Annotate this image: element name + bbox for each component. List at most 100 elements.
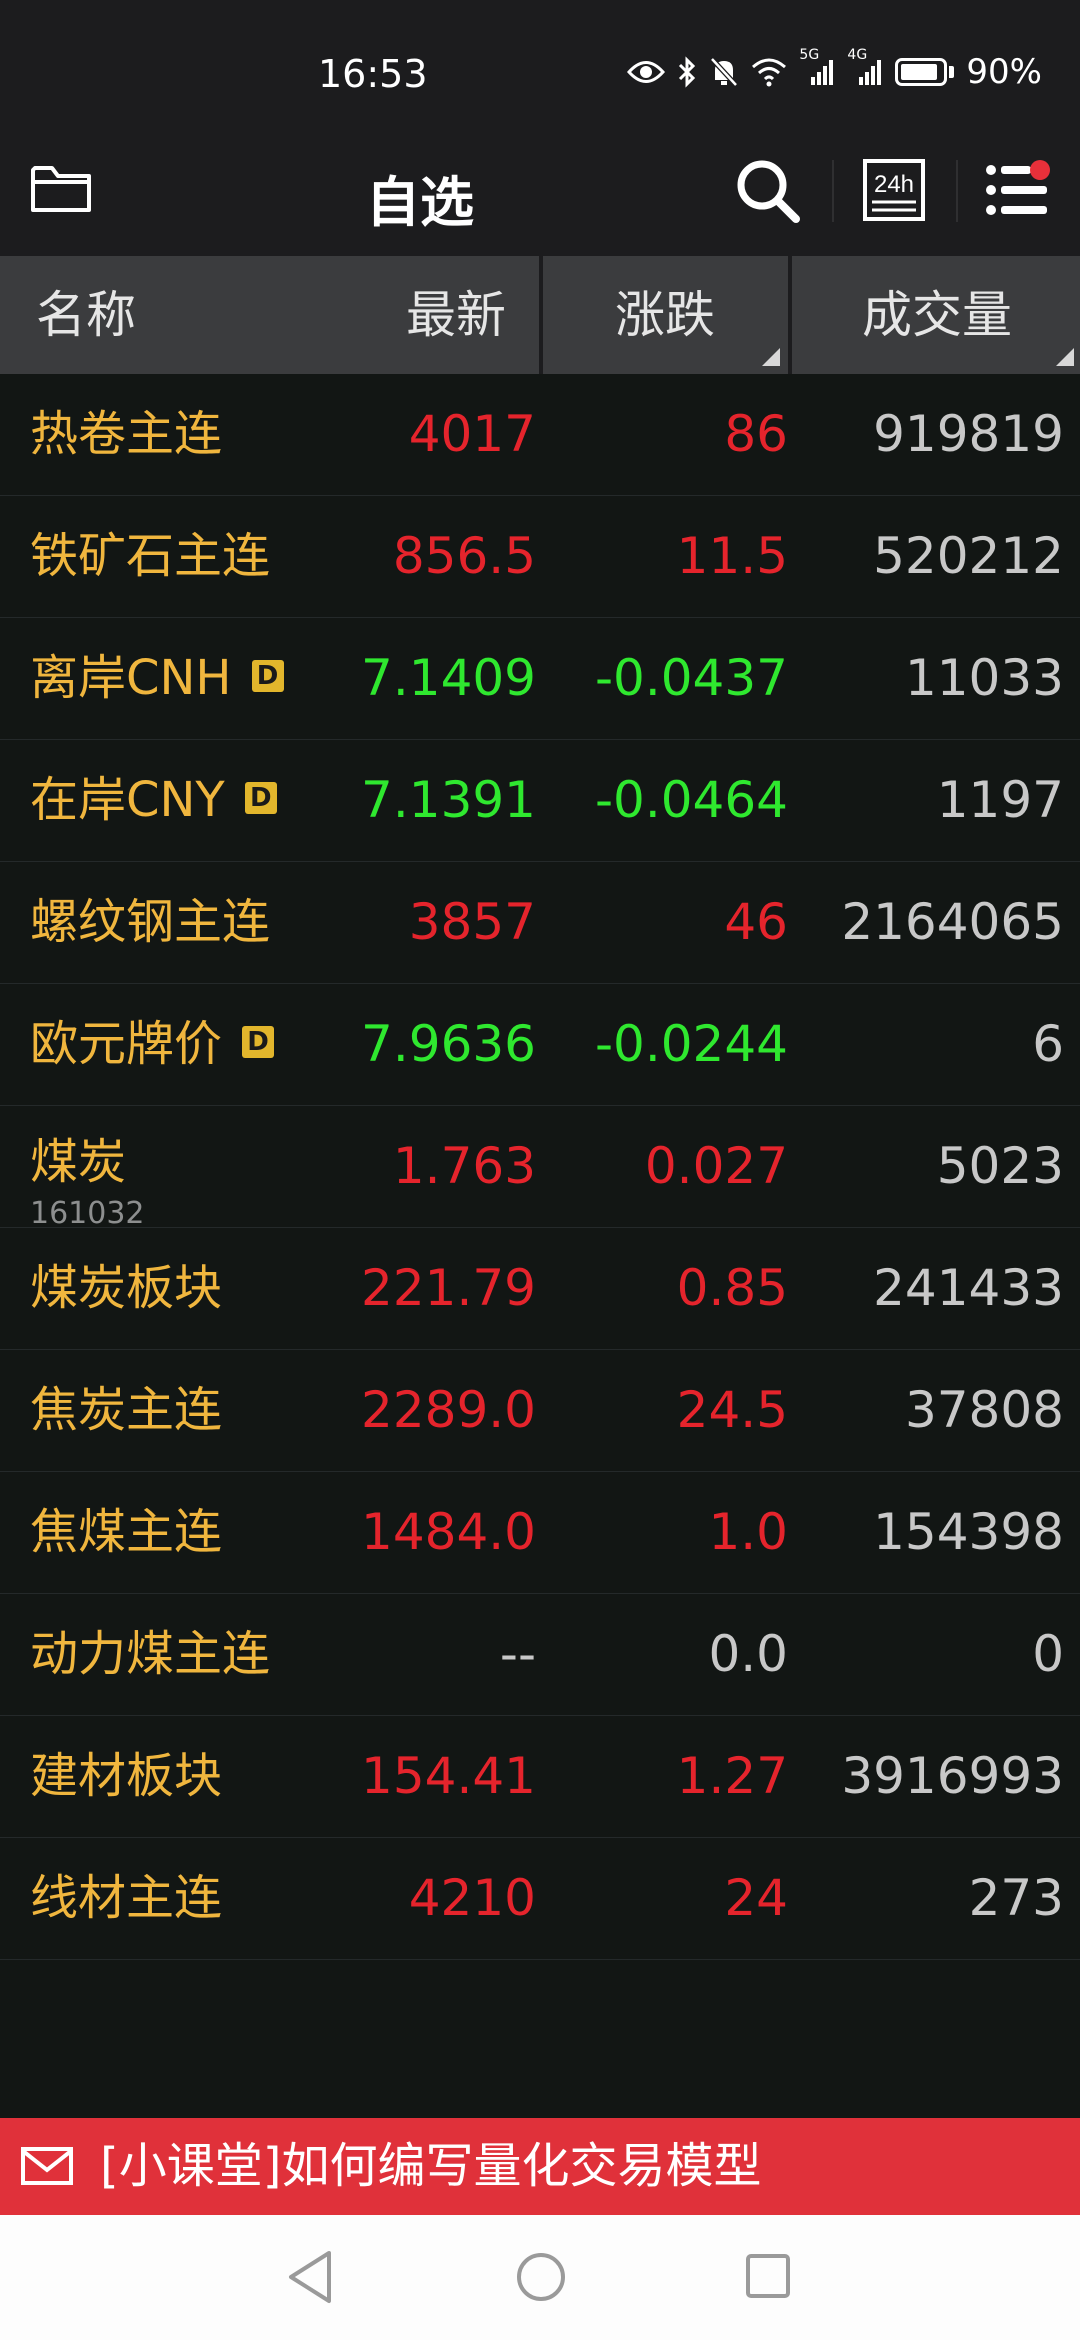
trade-volume: 6: [1032, 1015, 1064, 1073]
latest-price: 154.41: [361, 1747, 536, 1805]
price-change: 46: [724, 893, 788, 951]
table-row[interactable]: 煤炭 161032 1.763 0.027 5023: [0, 1106, 1080, 1231]
trade-volume: 2164065: [841, 893, 1064, 951]
system-nav-bar: [0, 2215, 1080, 2340]
price-change: 0.0: [708, 1625, 788, 1683]
instrument-name-text: 离岸CNH: [30, 650, 232, 706]
latest-price: 7.1391: [361, 771, 536, 829]
watchlist-table: 热卷主连 4017 86 919819 铁矿石主连 856.5 11.5 520212 离岸CN…: [0, 374, 1080, 1960]
search-icon[interactable]: [735, 158, 801, 224]
status-time: 16:53: [318, 52, 428, 96]
trade-volume: 3916993: [841, 1747, 1064, 1805]
battery-percent: 90%: [966, 52, 1042, 92]
recent-apps-icon[interactable]: [745, 2253, 791, 2299]
eye-icon: [627, 61, 666, 83]
price-change: 24.5: [676, 1381, 788, 1439]
mail-icon: [21, 2147, 73, 2185]
latest-price: --: [499, 1625, 536, 1683]
instrument-name-text: 热卷主连: [30, 406, 223, 462]
instrument-name: 在岸CNY D: [30, 740, 277, 860]
instrument-name-text: 建材板块: [30, 1748, 223, 1804]
table-row[interactable]: 铁矿石主连 856.5 11.5 520212: [0, 496, 1080, 618]
trade-volume: 11033: [904, 649, 1064, 707]
trade-volume: 154398: [873, 1503, 1064, 1561]
instrument-name-text: 煤炭: [30, 1134, 127, 1190]
instrument-name: 线材主连: [30, 1838, 222, 1958]
column-header-latest[interactable]: 最新: [0, 256, 506, 374]
delayed-badge: D: [242, 1026, 275, 1058]
instrument-name: 铁矿石主连: [30, 496, 270, 616]
battery-icon: [895, 58, 948, 86]
latest-price: 221.79: [361, 1259, 536, 1317]
delayed-badge: D: [244, 782, 277, 814]
latest-price: 7.1409: [361, 649, 536, 707]
signal-5g-icon: 5G: [799, 47, 835, 87]
trade-volume: 1197: [936, 771, 1064, 829]
trade-volume: 0: [1032, 1625, 1064, 1683]
table-row[interactable]: 煤炭板块 221.79 0.85 241433: [0, 1228, 1080, 1350]
instrument-name-text: 动力煤主连: [30, 1626, 271, 1682]
trade-volume: 5023: [936, 1137, 1064, 1195]
latest-price: 856.5: [392, 527, 536, 585]
promo-banner[interactable]: [小课堂]如何编写量化交易模型: [0, 2118, 1080, 2215]
instrument-name-text: 线材主连: [30, 1870, 223, 1926]
status-bar: 16:53 5G 4G 90%: [0, 0, 1080, 140]
latest-price: 7.9636: [361, 1015, 536, 1073]
table-row[interactable]: 焦煤主连 1484.0 1.0 154398: [0, 1472, 1080, 1594]
home-icon[interactable]: [515, 2251, 567, 2303]
table-row[interactable]: 线材主连 4210 24 273: [0, 1838, 1080, 1960]
notification-dot: [1030, 160, 1050, 180]
table-row[interactable]: 欧元牌价 D 7.9636 -0.0244 6: [0, 984, 1080, 1106]
trade-volume: 241433: [873, 1259, 1064, 1317]
table-row[interactable]: 建材板块 154.41 1.27 3916993: [0, 1716, 1080, 1838]
bluetooth-icon: [679, 56, 696, 88]
instrument-name: 欧元牌价 D: [30, 984, 275, 1104]
nav-separator: [956, 160, 958, 222]
instrument-code: 161032: [30, 1196, 145, 1231]
latest-price: 3857: [408, 893, 536, 951]
instrument-name: 煤炭板块: [30, 1228, 222, 1348]
latest-price: 1.763: [392, 1137, 536, 1195]
table-row[interactable]: 离岸CNH D 7.1409 -0.0437 11033: [0, 618, 1080, 740]
table-row[interactable]: 焦炭主连 2289.0 24.5 37808: [0, 1350, 1080, 1472]
back-icon[interactable]: [285, 2249, 335, 2305]
price-change: 24: [724, 1869, 788, 1927]
instrument-name: 焦炭主连: [30, 1350, 222, 1470]
news-24h-icon[interactable]: 24h: [862, 158, 926, 222]
table-header: 名称 最新 涨跌 成交量: [0, 256, 1080, 374]
trade-volume: 37808: [904, 1381, 1064, 1439]
sort-triangle-icon: [762, 348, 780, 366]
top-nav-bar: 自选 24h: [0, 140, 1080, 256]
price-change: 1.27: [676, 1747, 788, 1805]
latest-price: 4210: [408, 1869, 536, 1927]
instrument-name-text: 煤炭板块: [30, 1260, 223, 1316]
nav-separator: [832, 160, 834, 222]
instrument-name: 建材板块: [30, 1716, 222, 1836]
column-header-change[interactable]: 涨跌: [543, 256, 787, 374]
status-icons: 5G 4G 90%: [627, 47, 1042, 92]
table-row[interactable]: 螺纹钢主连 3857 46 2164065: [0, 862, 1080, 984]
table-row[interactable]: 热卷主连 4017 86 919819: [0, 374, 1080, 496]
price-change: -0.0437: [595, 649, 788, 707]
price-change: 86: [724, 405, 788, 463]
wifi-icon: [752, 58, 787, 87]
instrument-name-text: 焦煤主连: [30, 1504, 223, 1560]
latest-price: 1484.0: [361, 1503, 536, 1561]
instrument-name-text: 铁矿石主连: [30, 528, 271, 584]
latest-price: 2289.0: [361, 1381, 536, 1439]
instrument-name: 螺纹钢主连: [30, 862, 270, 982]
table-row[interactable]: 动力煤主连 -- 0.0 0: [0, 1594, 1080, 1716]
instrument-name-text: 螺纹钢主连: [30, 894, 271, 950]
instrument-name-text: 在岸CNY: [30, 772, 225, 828]
instrument-name: 动力煤主连: [30, 1594, 270, 1714]
sort-triangle-icon: [1056, 348, 1074, 366]
price-change: 0.85: [676, 1259, 788, 1317]
signal-4g-icon: 4G: [847, 47, 883, 87]
trade-volume: 520212: [873, 527, 1064, 585]
price-change: 11.5: [676, 527, 788, 585]
trade-volume: 919819: [873, 405, 1064, 463]
battery-tip: [949, 66, 955, 78]
instrument-name-text: 焦炭主连: [30, 1382, 223, 1438]
table-row[interactable]: 在岸CNY D 7.1391 -0.0464 1197: [0, 740, 1080, 862]
column-header-volume[interactable]: 成交量: [794, 256, 1080, 374]
